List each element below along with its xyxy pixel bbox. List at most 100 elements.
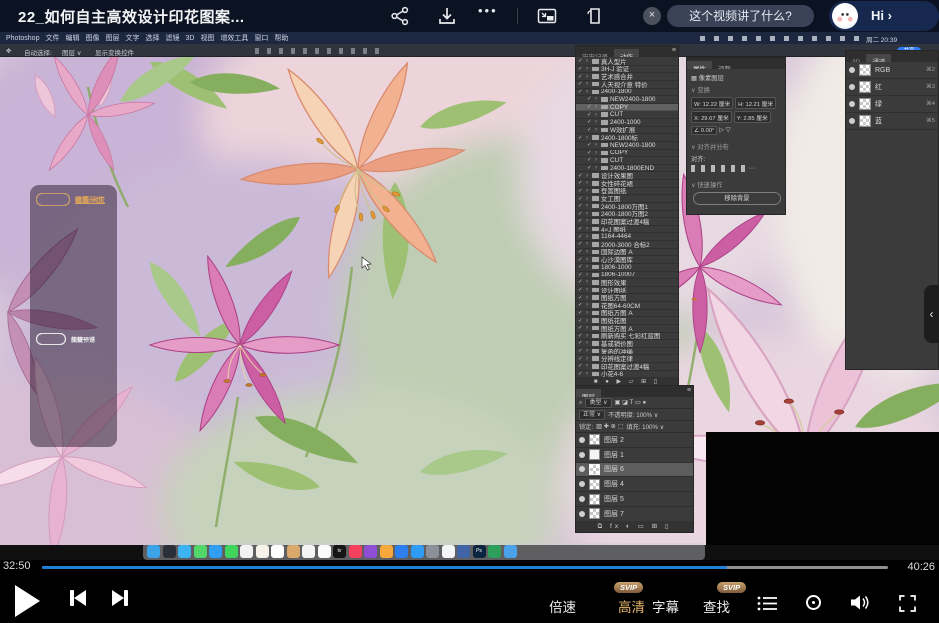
move-tool-icon[interactable]: ✥ xyxy=(6,47,11,55)
action-row[interactable]: ✓ › 女性碎花裙 xyxy=(576,180,678,188)
overlay-shortcut-item[interactable]: 撤销一步 xyxy=(36,193,103,206)
action-check-icon[interactable]: ✓ xyxy=(578,188,584,194)
dock-app-icon[interactable] xyxy=(302,545,315,558)
expand-icon[interactable]: › xyxy=(586,226,590,232)
expand-icon[interactable]: › xyxy=(586,333,590,339)
action-check-icon[interactable]: ✓ xyxy=(578,295,584,301)
action-check-icon[interactable]: ✓ xyxy=(587,104,593,110)
action-row[interactable]: ✓ › 2400-1800 xyxy=(576,89,678,97)
transform-section-label[interactable]: ∨ 变换 xyxy=(691,85,710,94)
expand-icon[interactable]: › xyxy=(586,180,590,186)
expand-icon[interactable]: › xyxy=(595,165,599,171)
expand-icon[interactable]: › xyxy=(586,310,590,316)
action-row[interactable]: ✓ › 图纸方图 A xyxy=(576,310,678,318)
next-button[interactable] xyxy=(112,590,128,606)
expand-icon[interactable]: › xyxy=(586,188,590,194)
tab-properties[interactable]: 属性 xyxy=(687,61,712,69)
expand-icon[interactable]: › xyxy=(586,81,590,87)
action-row[interactable]: ✓ › CUT xyxy=(576,157,678,165)
blend-mode-select[interactable]: 正常 ∨ xyxy=(579,410,605,420)
assistant-hi-button[interactable]: Hi › xyxy=(829,1,939,31)
action-check-icon[interactable]: ✓ xyxy=(578,348,584,354)
action-check-icon[interactable]: ✓ xyxy=(587,112,593,118)
dock-app-icon[interactable] xyxy=(411,545,424,558)
dock-app-icon[interactable] xyxy=(194,545,207,558)
visibility-eye-icon[interactable] xyxy=(579,452,585,458)
action-row[interactable]: ✓ › 4×J 图纸 xyxy=(576,226,678,234)
shortcut-key-button[interactable] xyxy=(36,333,66,345)
action-row[interactable]: ✓ › 2400-1800END xyxy=(576,165,678,173)
action-check-icon[interactable]: ✓ xyxy=(578,66,584,72)
action-check-icon[interactable]: ✓ xyxy=(578,356,584,362)
action-check-icon[interactable]: ✓ xyxy=(578,180,584,186)
action-check-icon[interactable]: ✓ xyxy=(578,279,584,285)
dock-app-icon[interactable]: Ps xyxy=(473,545,486,558)
action-check-icon[interactable]: ✓ xyxy=(578,241,584,247)
overlay-shortcut-item[interactable]: 回位 xyxy=(36,333,83,345)
expand-icon[interactable]: › xyxy=(586,89,590,95)
expand-icon[interactable]: › xyxy=(586,203,590,209)
speed-button[interactable]: 倍速 xyxy=(549,596,576,616)
visibility-eye-icon[interactable] xyxy=(579,481,585,487)
quality-button[interactable]: 高清 xyxy=(618,596,645,616)
expand-icon[interactable]: › xyxy=(586,196,590,202)
action-row[interactable]: ✓ › 分辨线定律 xyxy=(576,355,678,363)
side-drawer-handle[interactable]: ‹ xyxy=(924,285,939,343)
action-check-icon[interactable]: ✓ xyxy=(578,272,584,278)
action-row[interactable]: ✓ › 刷新购买 七彩红蓝图 xyxy=(576,333,678,341)
auto-select-label[interactable]: 自动选择: xyxy=(24,47,52,57)
action-row[interactable]: ✓ › 艺术感合并 xyxy=(576,73,678,81)
search-icon[interactable]: ⌕ xyxy=(579,399,582,407)
opacity-field[interactable]: 不透明度: 100% ∨ xyxy=(608,410,658,419)
playlist-icon[interactable] xyxy=(757,595,778,612)
action-row[interactable]: ✓ › 设计图纸 xyxy=(576,287,678,295)
expand-icon[interactable]: › xyxy=(586,234,590,240)
layer-thumbnail[interactable] xyxy=(589,434,600,445)
action-row[interactable]: ✓ › 图纸花图 xyxy=(576,317,678,325)
channel-row[interactable]: 绿 ⌘4 xyxy=(846,96,938,113)
share-icon[interactable] xyxy=(390,6,410,26)
action-check-icon[interactable]: ✓ xyxy=(578,310,584,316)
align-icons[interactable] xyxy=(691,165,747,172)
visibility-eye-icon[interactable] xyxy=(849,118,855,124)
action-check-icon[interactable]: ✓ xyxy=(578,257,584,263)
layer-thumbnail[interactable] xyxy=(589,449,600,460)
action-row[interactable]: ✓ › 图纸方图 xyxy=(576,294,678,302)
action-row[interactable]: ✓ › 图纸方图 A xyxy=(576,325,678,333)
action-check-icon[interactable]: ✓ xyxy=(578,226,584,232)
tab-history[interactable]: 历史记录 xyxy=(576,49,614,57)
layer-row[interactable]: 图层 6 xyxy=(576,463,693,478)
expand-icon[interactable]: › xyxy=(586,211,590,217)
dock-app-icon[interactable]: 20 xyxy=(271,545,284,558)
dock-app-icon[interactable] xyxy=(147,545,160,558)
action-check-icon[interactable]: ✓ xyxy=(578,302,584,308)
action-check-icon[interactable]: ✓ xyxy=(578,340,584,346)
ps-menu-item[interactable]: 滤镜 xyxy=(165,33,179,43)
expand-icon[interactable]: › xyxy=(586,356,590,362)
ps-menu-item[interactable]: 文字 xyxy=(125,33,139,43)
flip-icons[interactable]: ▷ ▽ xyxy=(719,127,730,134)
expand-icon[interactable]: › xyxy=(586,340,590,346)
dock-app-icon[interactable] xyxy=(225,545,238,558)
video-frame[interactable]: Photoshop文件编辑图像图层文字选择滤镜3D视图增效工具窗口帮助 周二 2… xyxy=(0,32,939,560)
visibility-eye-icon[interactable] xyxy=(849,84,855,90)
action-row[interactable]: ✓ › 1806-10007 xyxy=(576,272,678,280)
visibility-eye-icon[interactable] xyxy=(849,101,855,107)
layer-thumbnail[interactable] xyxy=(589,494,600,505)
action-row[interactable]: ✓ › 2400-1000 xyxy=(576,119,678,127)
visibility-eye-icon[interactable] xyxy=(579,511,585,517)
visibility-eye-icon[interactable] xyxy=(579,437,585,443)
dock-app-icon[interactable] xyxy=(395,545,408,558)
angle-field[interactable]: ∠ 0.00° xyxy=(691,126,717,135)
dock-app-icon[interactable] xyxy=(318,545,331,558)
action-check-icon[interactable]: ✓ xyxy=(578,318,584,324)
search-in-video-button[interactable]: 查找 xyxy=(703,596,730,616)
action-check-icon[interactable]: ✓ xyxy=(587,119,593,125)
action-check-icon[interactable]: ✓ xyxy=(578,203,584,209)
expand-icon[interactable]: › xyxy=(595,127,599,133)
action-check-icon[interactable]: ✓ xyxy=(587,150,593,156)
action-row[interactable]: ✓ › 人天视介意 特价 xyxy=(576,81,678,89)
previous-button[interactable] xyxy=(70,590,86,606)
dock-app-icon[interactable] xyxy=(209,545,222,558)
action-check-icon[interactable]: ✓ xyxy=(578,325,584,331)
